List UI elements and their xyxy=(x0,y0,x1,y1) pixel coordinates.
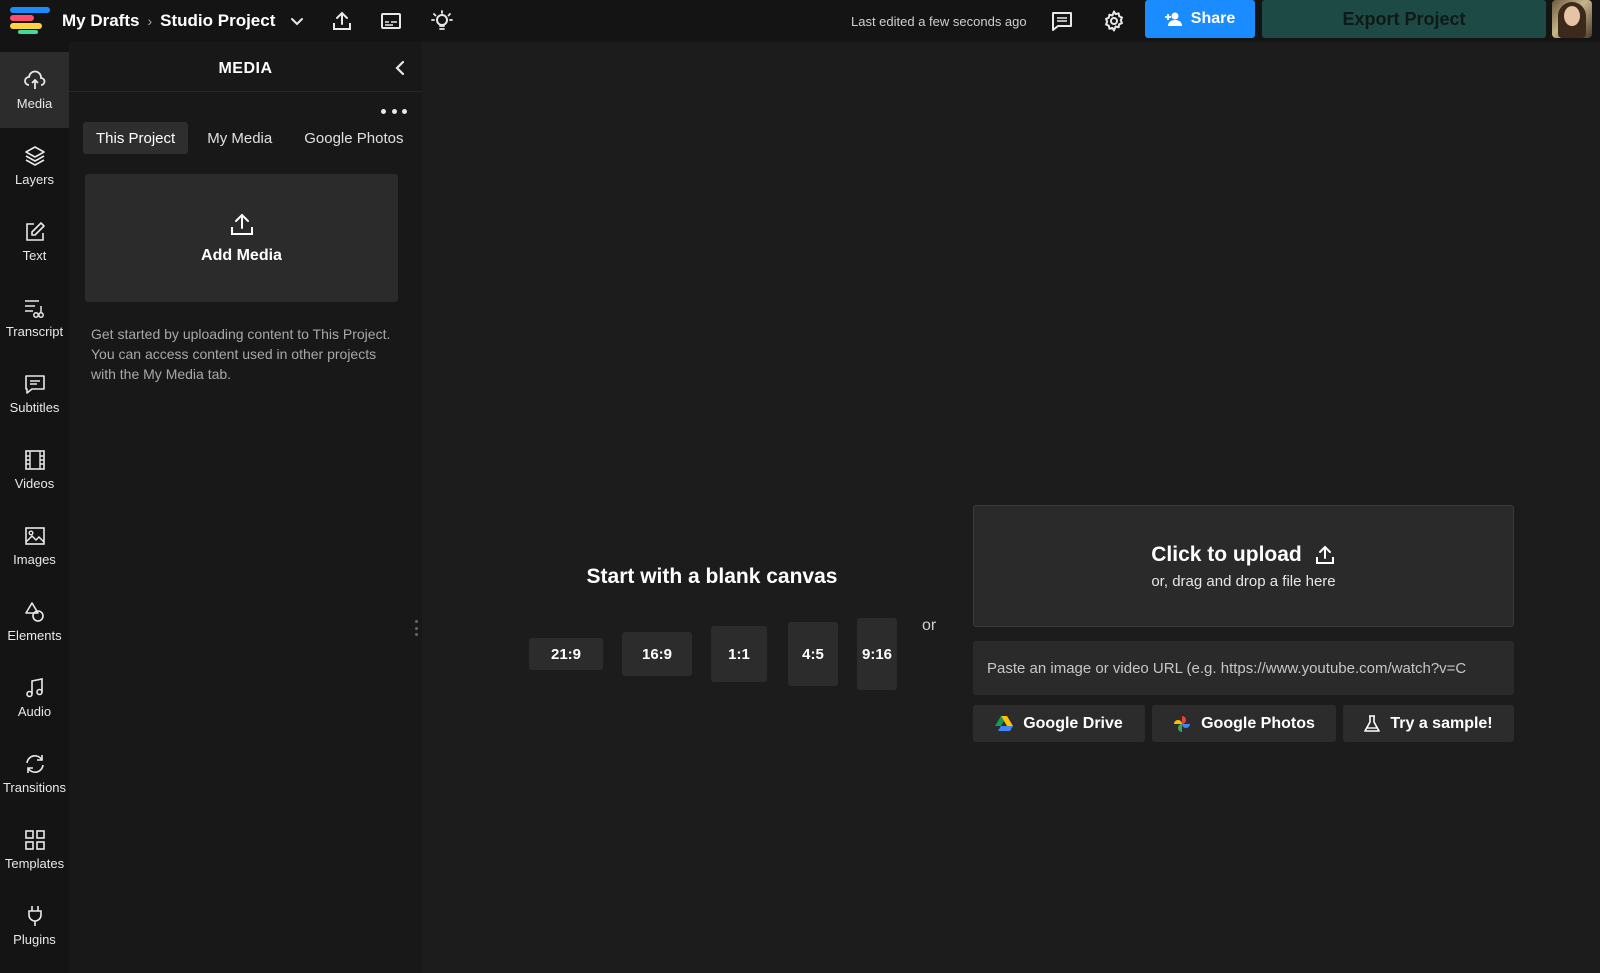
export-label: Export Project xyxy=(1342,8,1466,29)
sidebar-item-images[interactable]: Images xyxy=(0,508,69,584)
sidebar-item-text[interactable]: Text xyxy=(0,204,69,280)
tab-my-media[interactable]: My Media xyxy=(194,122,285,154)
sidebar-item-label: Media xyxy=(16,96,53,111)
ratio-4-5-button[interactable]: 4:5 xyxy=(788,622,838,686)
grid-icon xyxy=(24,830,45,850)
add-media-button[interactable]: Add Media xyxy=(85,174,398,302)
google-drive-label: Google Drive xyxy=(1023,714,1123,732)
google-photos-icon xyxy=(1174,715,1191,732)
layers-icon xyxy=(24,146,45,166)
click-to-upload-dropzone[interactable]: Click to upload or, drag and drop a file… xyxy=(973,505,1514,627)
panel-divider xyxy=(69,91,422,92)
or-label: or xyxy=(922,617,937,634)
try-sample-label: Try a sample! xyxy=(1390,714,1493,732)
export-project-button[interactable]: Export Project xyxy=(1262,0,1546,38)
more-options-icon[interactable] xyxy=(381,104,407,118)
left-sidebar: Media Layers Text Transcript Subtitles V… xyxy=(0,42,69,973)
sidebar-item-label: Transitions xyxy=(2,780,67,795)
media-panel: MEDIA This Project My Media Google Photo… xyxy=(69,42,422,973)
sidebar-item-layers[interactable]: Layers xyxy=(0,128,69,204)
breadcrumb-my-drafts[interactable]: My Drafts xyxy=(62,11,139,31)
panel-resize-handle[interactable] xyxy=(415,620,419,636)
subtitles-icon xyxy=(24,375,45,394)
ratio-16-9-button[interactable]: 16:9 xyxy=(622,632,692,676)
subtitles-toolbar-icon[interactable] xyxy=(376,6,406,36)
share-button[interactable]: Share xyxy=(1145,0,1255,38)
flask-icon xyxy=(1364,714,1381,732)
tab-this-project[interactable]: This Project xyxy=(83,122,189,154)
media-tabs: This Project My Media Google Photos xyxy=(83,122,416,154)
google-drive-button[interactable]: Google Drive xyxy=(973,705,1145,742)
sidebar-item-label: Audio xyxy=(17,704,52,719)
sidebar-item-transcript[interactable]: Transcript xyxy=(0,280,69,356)
add-media-label: Add Media xyxy=(201,247,282,264)
app-logo-icon[interactable] xyxy=(10,5,50,35)
comment-icon[interactable] xyxy=(1047,6,1077,36)
plug-icon xyxy=(27,906,42,926)
blank-canvas-title: Start with a blank canvas xyxy=(586,565,838,588)
add-person-icon xyxy=(1164,12,1182,26)
sidebar-item-label: Transcript xyxy=(5,324,64,339)
music-note-icon xyxy=(25,678,43,698)
sidebar-item-label: Images xyxy=(13,552,56,567)
sidebar-item-label: Text xyxy=(22,248,47,263)
project-name[interactable]: Studio Project xyxy=(160,11,275,31)
avatar[interactable] xyxy=(1552,0,1592,38)
google-photos-label: Google Photos xyxy=(1201,714,1315,732)
edit-icon xyxy=(25,222,45,241)
sidebar-item-media[interactable]: Media xyxy=(0,52,69,128)
sidebar-item-label: Videos xyxy=(14,476,55,491)
chevron-down-icon[interactable] xyxy=(282,6,312,36)
upload-title: Click to upload xyxy=(1151,542,1302,566)
transition-icon xyxy=(25,755,44,773)
upload-subtitle: or, drag and drop a file here xyxy=(1151,572,1336,590)
gear-icon[interactable] xyxy=(1099,6,1129,36)
sidebar-item-templates[interactable]: Templates xyxy=(0,812,69,888)
sidebar-item-subtitles[interactable]: Subtitles xyxy=(0,356,69,432)
media-url-input[interactable] xyxy=(973,641,1514,695)
tab-google-photos[interactable]: Google Photos xyxy=(291,122,416,154)
sidebar-item-label: Subtitles xyxy=(9,400,60,415)
google-photos-button[interactable]: Google Photos xyxy=(1152,705,1336,742)
film-icon xyxy=(24,450,45,470)
upload-cloud-icon xyxy=(23,70,45,89)
upload-icon xyxy=(230,213,253,235)
sidebar-item-elements[interactable]: Elements xyxy=(0,584,69,660)
image-icon xyxy=(24,527,45,545)
panel-help-text: Get started by uploading content to This… xyxy=(91,326,391,382)
breadcrumb: My Drafts › Studio Project xyxy=(62,0,275,42)
sidebar-item-label: Plugins xyxy=(13,932,56,947)
transcript-icon xyxy=(24,300,44,318)
ratio-1-1-button[interactable]: 1:1 xyxy=(711,626,767,682)
sidebar-item-audio[interactable]: Audio xyxy=(0,660,69,736)
breadcrumb-separator: › xyxy=(147,13,153,29)
share-label: Share xyxy=(1190,10,1236,27)
shapes-icon xyxy=(24,602,44,622)
sidebar-item-plugins[interactable]: Plugins xyxy=(0,888,69,964)
chevron-left-icon[interactable] xyxy=(388,56,412,80)
panel-title: MEDIA xyxy=(218,60,273,77)
sidebar-item-label: Templates xyxy=(4,856,65,871)
ratio-9-16-button[interactable]: 9:16 xyxy=(857,618,897,690)
try-sample-button[interactable]: Try a sample! xyxy=(1343,705,1514,742)
sidebar-item-label: Layers xyxy=(14,172,55,187)
upload-icon[interactable] xyxy=(327,6,357,36)
ratio-21-9-button[interactable]: 21:9 xyxy=(529,638,603,670)
last-edited-status: Last edited a few seconds ago xyxy=(851,13,1027,29)
sidebar-item-label: Elements xyxy=(7,628,62,643)
sidebar-item-videos[interactable]: Videos xyxy=(0,432,69,508)
sidebar-item-transitions[interactable]: Transitions xyxy=(0,736,69,812)
google-drive-icon xyxy=(995,715,1014,731)
lightbulb-icon[interactable] xyxy=(427,6,457,36)
upload-icon xyxy=(1315,545,1334,564)
top-bar: My Drafts › Studio Project Last edited a… xyxy=(0,0,1600,42)
